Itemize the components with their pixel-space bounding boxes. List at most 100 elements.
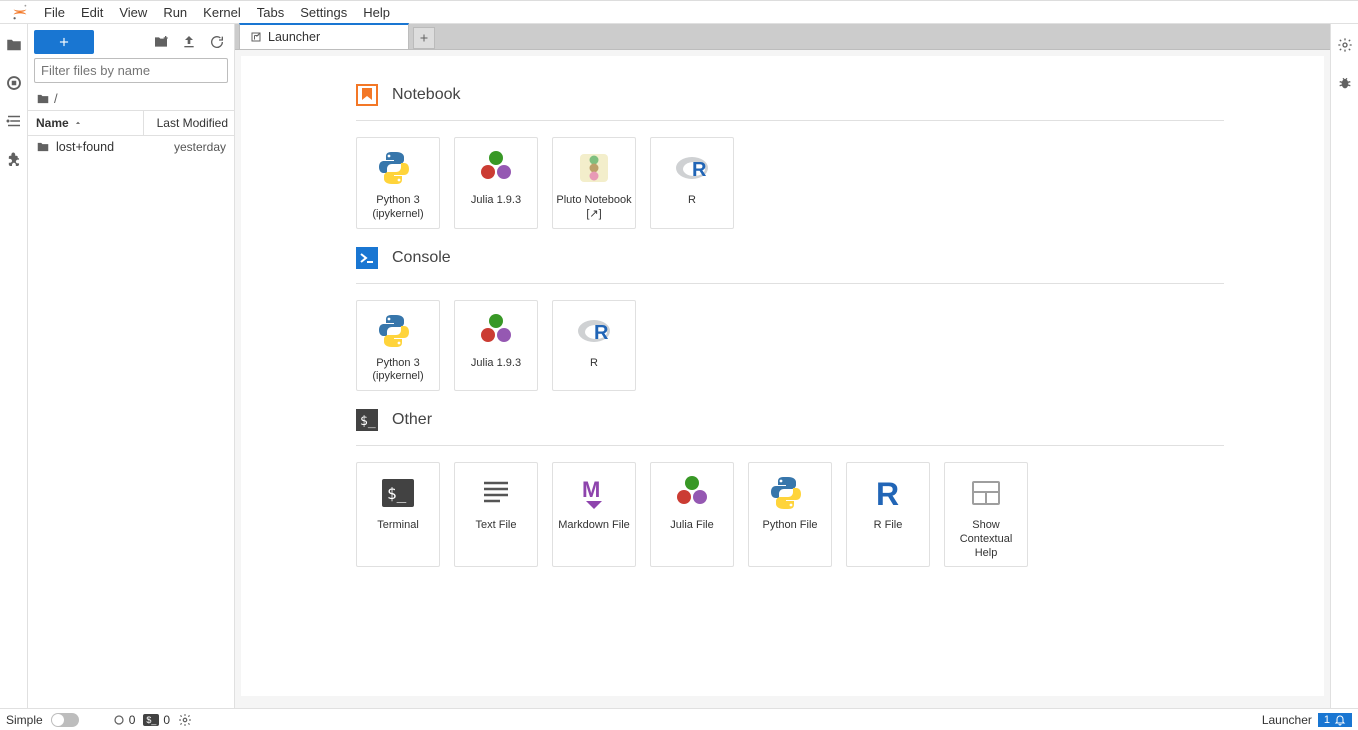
console-section-icon <box>356 247 378 269</box>
r-icon <box>574 311 614 351</box>
other-section-icon <box>356 409 378 431</box>
launcher-card-markdown[interactable]: Markdown File <box>552 462 636 567</box>
menubar: FileEditViewRunKernelTabsSettingsHelp <box>0 1 1358 24</box>
settings-icon[interactable] <box>178 713 192 727</box>
launcher-panel: Notebook Python 3 (ipykernel) Julia 1.9.3… <box>241 56 1324 696</box>
new-folder-icon[interactable] <box>150 31 172 53</box>
folder-icon <box>36 140 52 154</box>
section-title: Other <box>392 411 432 429</box>
file-browser: / Name Last Modified lost+foundyesterday <box>28 24 235 708</box>
file-modified: yesterday <box>174 140 226 154</box>
launcher-card-python[interactable]: Python File <box>748 462 832 567</box>
launcher-card-python[interactable]: Python 3 (ipykernel) <box>356 137 440 229</box>
refresh-icon[interactable] <box>206 31 228 53</box>
new-launcher-button[interactable] <box>34 30 94 54</box>
card-label: Python 3 (ipykernel) <box>359 194 437 222</box>
python-icon <box>378 148 418 188</box>
launcher-card-julia[interactable]: Julia 1.9.3 <box>454 300 538 392</box>
card-label: Julia 1.9.3 <box>471 357 521 371</box>
tab-bar: Launcher <box>235 24 1330 50</box>
notification-badge[interactable]: 1 <box>1318 713 1352 727</box>
right-rail <box>1330 24 1358 708</box>
card-label: R <box>590 357 598 371</box>
activity-bar <box>0 24 28 708</box>
jupyter-logo[interactable] <box>10 2 30 22</box>
python-icon <box>378 311 418 351</box>
running-icon[interactable] <box>5 74 23 92</box>
launcher-card-terminal[interactable]: Terminal <box>356 462 440 567</box>
menu-kernel[interactable]: Kernel <box>195 3 249 22</box>
folder-icon[interactable] <box>5 36 23 54</box>
file-list-header: Name Last Modified <box>28 110 234 136</box>
section-other: Other Terminal Text File Markdown File Juli… <box>241 409 1324 567</box>
help-icon <box>966 473 1006 513</box>
terminal-count[interactable]: $_ 0 <box>143 713 170 727</box>
menu-file[interactable]: File <box>36 3 73 22</box>
card-label: Markdown File <box>558 519 630 533</box>
simple-toggle[interactable] <box>51 713 79 727</box>
col-name-header[interactable]: Name <box>28 111 144 135</box>
section-console: Console Python 3 (ipykernel) Julia 1.9.3 R <box>241 247 1324 392</box>
launcher-card-julia[interactable]: Julia 1.9.3 <box>454 137 538 229</box>
bell-icon <box>1334 714 1346 726</box>
card-label: Pluto Notebook [↗] <box>555 194 633 222</box>
card-label: Text File <box>476 519 517 533</box>
add-tab-button[interactable] <box>413 27 435 49</box>
debugger-icon[interactable] <box>1336 74 1354 92</box>
r-letter-icon <box>868 473 908 513</box>
launcher-card-r[interactable]: R <box>552 300 636 392</box>
markdown-icon <box>574 473 614 513</box>
menu-help[interactable]: Help <box>355 3 398 22</box>
menu-settings[interactable]: Settings <box>292 3 355 22</box>
breadcrumb[interactable]: / <box>28 87 234 110</box>
file-name: lost+found <box>56 140 174 154</box>
menu-edit[interactable]: Edit <box>73 3 111 22</box>
card-label: Terminal <box>377 519 419 533</box>
card-label: R File <box>874 519 903 533</box>
card-label: R <box>688 194 696 208</box>
card-label: Python File <box>762 519 817 533</box>
upload-icon[interactable] <box>178 31 200 53</box>
terminal-icon <box>378 473 418 513</box>
menu-run[interactable]: Run <box>155 3 195 22</box>
launcher-card-r-letter[interactable]: R File <box>846 462 930 567</box>
section-title: Notebook <box>392 86 461 104</box>
property-inspector-icon[interactable] <box>1336 36 1354 54</box>
section-notebook: Notebook Python 3 (ipykernel) Julia 1.9.3… <box>241 84 1324 229</box>
tab-launcher[interactable]: Launcher <box>239 23 409 49</box>
pluto-icon <box>574 148 614 188</box>
launcher-card-python[interactable]: Python 3 (ipykernel) <box>356 300 440 392</box>
julia-icon <box>672 473 712 513</box>
file-filter-box[interactable] <box>34 58 228 83</box>
tab-title: Launcher <box>268 30 320 44</box>
card-label: Julia 1.9.3 <box>471 194 521 208</box>
col-modified-header[interactable]: Last Modified <box>144 111 234 135</box>
notebook-section-icon <box>356 84 378 106</box>
folder-icon <box>36 92 50 106</box>
file-row[interactable]: lost+foundyesterday <box>28 136 234 158</box>
kernel-count[interactable]: 0 <box>113 713 136 727</box>
extensions-icon[interactable] <box>5 150 23 168</box>
status-bar: Simple 0 $_ 0 Launcher 1 <box>0 708 1358 730</box>
menu-tabs[interactable]: Tabs <box>249 3 292 22</box>
sort-asc-icon <box>73 118 83 128</box>
launcher-tab-icon <box>250 31 262 43</box>
text-icon <box>476 473 516 513</box>
launcher-card-pluto[interactable]: Pluto Notebook [↗] <box>552 137 636 229</box>
launcher-card-r[interactable]: R <box>650 137 734 229</box>
r-icon <box>672 148 712 188</box>
card-label: Julia File <box>670 519 713 533</box>
file-filter-input[interactable] <box>41 63 217 78</box>
launcher-card-text[interactable]: Text File <box>454 462 538 567</box>
launcher-card-help[interactable]: Show Contextual Help <box>944 462 1028 567</box>
simple-label: Simple <box>6 713 43 727</box>
python-icon <box>770 473 810 513</box>
menu-view[interactable]: View <box>111 3 155 22</box>
card-label: Python 3 (ipykernel) <box>359 357 437 385</box>
section-title: Console <box>392 249 451 267</box>
launcher-card-julia[interactable]: Julia File <box>650 462 734 567</box>
julia-icon <box>476 148 516 188</box>
status-mode: Launcher <box>1262 713 1312 727</box>
toc-icon[interactable] <box>5 112 23 130</box>
breadcrumb-root: / <box>54 91 58 106</box>
